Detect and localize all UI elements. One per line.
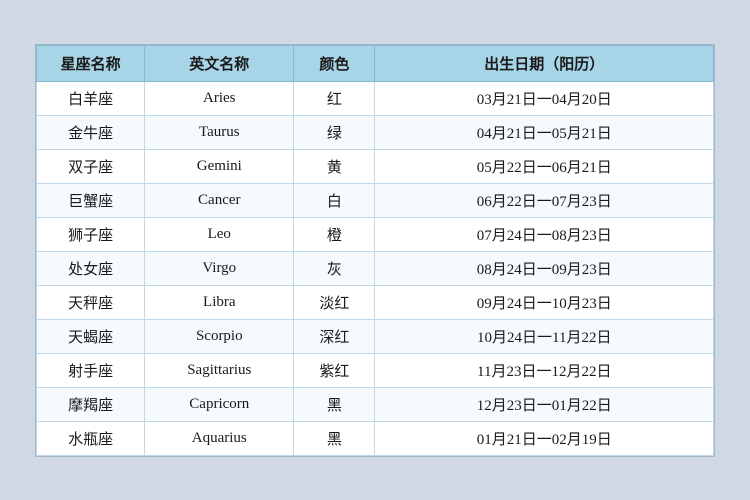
cell-chinese: 天秤座: [37, 285, 145, 319]
table-header-row: 星座名称 英文名称 颜色 出生日期（阳历）: [37, 45, 714, 81]
zodiac-table-container: 星座名称 英文名称 颜色 出生日期（阳历） 白羊座Aries红03月21日一04…: [35, 44, 715, 457]
cell-color: 白: [294, 183, 375, 217]
cell-date: 08月24日一09月23日: [375, 251, 714, 285]
cell-english: Aquarius: [145, 421, 294, 455]
table-row: 巨蟹座Cancer白06月22日一07月23日: [37, 183, 714, 217]
cell-chinese: 金牛座: [37, 115, 145, 149]
cell-date: 06月22日一07月23日: [375, 183, 714, 217]
table-row: 处女座Virgo灰08月24日一09月23日: [37, 251, 714, 285]
cell-color: 深红: [294, 319, 375, 353]
cell-english: Virgo: [145, 251, 294, 285]
cell-date: 11月23日一12月22日: [375, 353, 714, 387]
cell-date: 10月24日一11月22日: [375, 319, 714, 353]
cell-date: 12月23日一01月22日: [375, 387, 714, 421]
cell-color: 灰: [294, 251, 375, 285]
zodiac-table: 星座名称 英文名称 颜色 出生日期（阳历） 白羊座Aries红03月21日一04…: [36, 45, 714, 456]
cell-color: 紫红: [294, 353, 375, 387]
header-color: 颜色: [294, 45, 375, 81]
table-row: 天秤座Libra淡红09月24日一10月23日: [37, 285, 714, 319]
cell-color: 黑: [294, 421, 375, 455]
cell-date: 01月21日一02月19日: [375, 421, 714, 455]
cell-chinese: 射手座: [37, 353, 145, 387]
table-row: 水瓶座Aquarius黑01月21日一02月19日: [37, 421, 714, 455]
cell-chinese: 白羊座: [37, 81, 145, 115]
cell-color: 淡红: [294, 285, 375, 319]
table-row: 天蝎座Scorpio深红10月24日一11月22日: [37, 319, 714, 353]
cell-english: Gemini: [145, 149, 294, 183]
cell-color: 黑: [294, 387, 375, 421]
cell-chinese: 处女座: [37, 251, 145, 285]
cell-english: Taurus: [145, 115, 294, 149]
table-row: 双子座Gemini黄05月22日一06月21日: [37, 149, 714, 183]
header-date: 出生日期（阳历）: [375, 45, 714, 81]
cell-english: Sagittarius: [145, 353, 294, 387]
cell-chinese: 双子座: [37, 149, 145, 183]
table-row: 摩羯座Capricorn黑12月23日一01月22日: [37, 387, 714, 421]
cell-english: Libra: [145, 285, 294, 319]
cell-date: 09月24日一10月23日: [375, 285, 714, 319]
cell-chinese: 狮子座: [37, 217, 145, 251]
cell-color: 绿: [294, 115, 375, 149]
cell-chinese: 水瓶座: [37, 421, 145, 455]
table-row: 金牛座Taurus绿04月21日一05月21日: [37, 115, 714, 149]
cell-chinese: 巨蟹座: [37, 183, 145, 217]
cell-english: Scorpio: [145, 319, 294, 353]
cell-color: 橙: [294, 217, 375, 251]
cell-color: 黄: [294, 149, 375, 183]
table-row: 射手座Sagittarius紫红11月23日一12月22日: [37, 353, 714, 387]
cell-chinese: 摩羯座: [37, 387, 145, 421]
cell-chinese: 天蝎座: [37, 319, 145, 353]
table-row: 狮子座Leo橙07月24日一08月23日: [37, 217, 714, 251]
header-chinese: 星座名称: [37, 45, 145, 81]
cell-english: Cancer: [145, 183, 294, 217]
cell-date: 07月24日一08月23日: [375, 217, 714, 251]
cell-date: 03月21日一04月20日: [375, 81, 714, 115]
table-row: 白羊座Aries红03月21日一04月20日: [37, 81, 714, 115]
cell-color: 红: [294, 81, 375, 115]
cell-english: Leo: [145, 217, 294, 251]
cell-date: 04月21日一05月21日: [375, 115, 714, 149]
cell-english: Aries: [145, 81, 294, 115]
cell-english: Capricorn: [145, 387, 294, 421]
header-english: 英文名称: [145, 45, 294, 81]
cell-date: 05月22日一06月21日: [375, 149, 714, 183]
